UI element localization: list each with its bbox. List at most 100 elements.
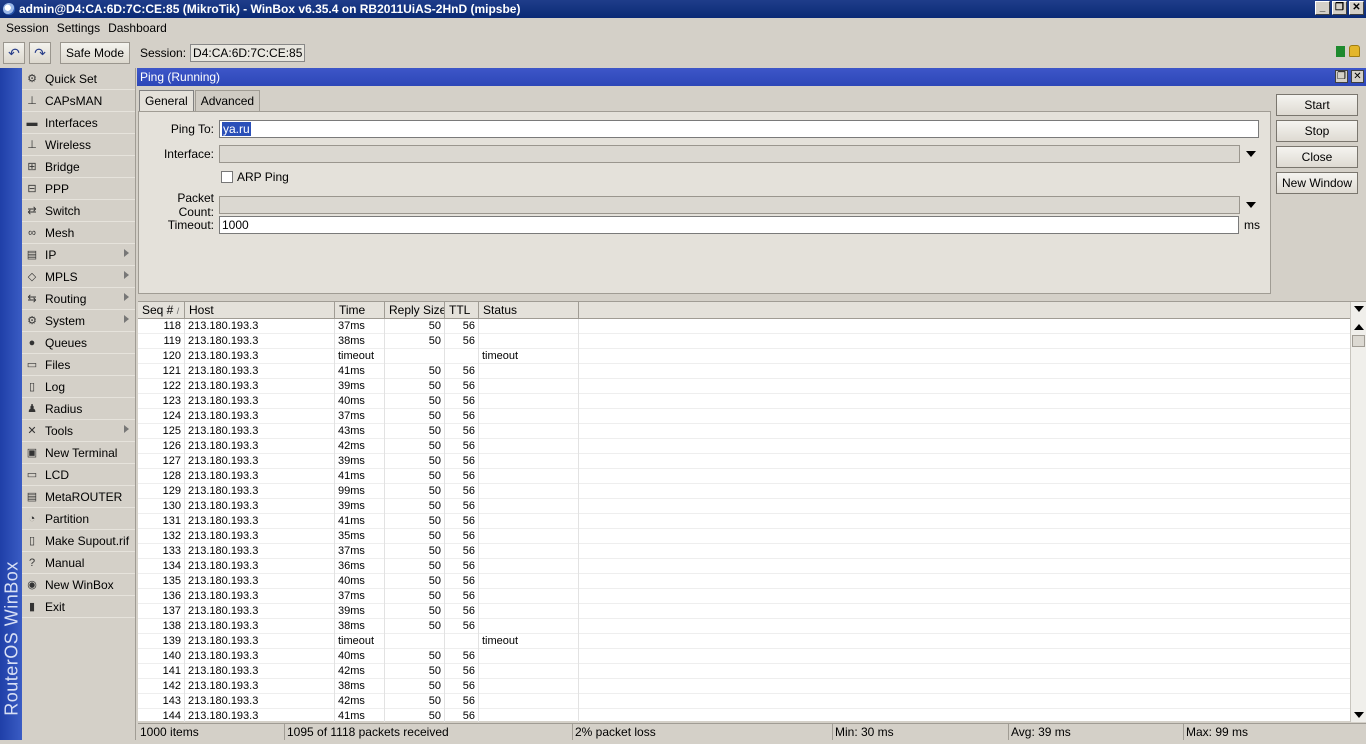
sidebar-item-metarouter[interactable]: ▤ MetaROUTER: [22, 486, 135, 508]
status-bar: 1000 items 1095 of 1118 packets received…: [138, 723, 1366, 740]
table-row[interactable]: 125 213.180.193.3 43ms 50 56: [138, 424, 1350, 439]
table-row[interactable]: 132 213.180.193.3 35ms 50 56: [138, 529, 1350, 544]
sidebar-item-routing[interactable]: ⇆ Routing: [22, 288, 135, 310]
sidebar-item-wireless[interactable]: ⊥ Wireless: [22, 134, 135, 156]
close-button[interactable]: Close: [1276, 146, 1358, 168]
table-row[interactable]: 122 213.180.193.3 39ms 50 56: [138, 379, 1350, 394]
table-cell: [479, 709, 579, 722]
minimize-button[interactable]: _: [1315, 1, 1330, 15]
undo-button[interactable]: ↶: [3, 42, 25, 64]
col-reply-size[interactable]: Reply Size: [385, 302, 445, 319]
status-loss: 2% packet loss: [573, 724, 833, 740]
sidebar-item-files[interactable]: ▭ Files: [22, 354, 135, 376]
menu-dashboard[interactable]: Dashboard: [104, 21, 171, 35]
col-host[interactable]: Host: [185, 302, 335, 319]
sidebar-item-switch[interactable]: ⇄ Switch: [22, 200, 135, 222]
table-row[interactable]: 127 213.180.193.3 39ms 50 56: [138, 454, 1350, 469]
sidebar-item-partition[interactable]: ◔ Partition: [22, 508, 135, 530]
interface-dropdown-icon[interactable]: [1246, 151, 1256, 157]
table-row[interactable]: 134 213.180.193.3 36ms 50 56: [138, 559, 1350, 574]
table-cell: [479, 679, 579, 694]
scroll-up-icon[interactable]: [1354, 324, 1364, 330]
table-row[interactable]: 126 213.180.193.3 42ms 50 56: [138, 439, 1350, 454]
table-row[interactable]: 137 213.180.193.3 39ms 50 56: [138, 604, 1350, 619]
tab-advanced[interactable]: Advanced: [194, 90, 261, 111]
sidebar-item-bridge[interactable]: ⊞ Bridge: [22, 156, 135, 178]
table-cell: 213.180.193.3: [185, 544, 335, 559]
start-button[interactable]: Start: [1276, 94, 1358, 116]
table-cell: 56: [445, 514, 479, 529]
sidebar-item-capsman[interactable]: ⊥ CAPsMAN: [22, 90, 135, 112]
tab-general[interactable]: General: [139, 90, 194, 112]
new-window-button[interactable]: New Window: [1276, 172, 1358, 194]
sidebar-item-radius[interactable]: ♟ Radius: [22, 398, 135, 420]
table-row[interactable]: 142 213.180.193.3 38ms 50 56: [138, 679, 1350, 694]
col-ttl[interactable]: TTL: [445, 302, 479, 319]
table-row[interactable]: 135 213.180.193.3 40ms 50 56: [138, 574, 1350, 589]
col-time[interactable]: Time: [335, 302, 385, 319]
ping-to-input[interactable]: ya.ru: [219, 120, 1259, 138]
sidebar-item-manual[interactable]: ? Manual: [22, 552, 135, 574]
table-row[interactable]: 123 213.180.193.3 40ms 50 56: [138, 394, 1350, 409]
status-min: Min: 30 ms: [833, 724, 1009, 740]
table-row[interactable]: 138 213.180.193.3 38ms 50 56: [138, 619, 1350, 634]
table-row[interactable]: 139 213.180.193.3 timeout timeout: [138, 634, 1350, 649]
table-row[interactable]: 143 213.180.193.3 42ms 50 56: [138, 694, 1350, 709]
packet-count-select[interactable]: [219, 196, 1240, 214]
sidebar-item-mesh[interactable]: ∞ Mesh: [22, 222, 135, 244]
table-row[interactable]: 130 213.180.193.3 39ms 50 56: [138, 499, 1350, 514]
col-seq[interactable]: Seq # /: [138, 302, 185, 319]
menu-settings[interactable]: Settings: [53, 21, 104, 35]
table-row[interactable]: 120 213.180.193.3 timeout timeout: [138, 349, 1350, 364]
timeout-input[interactable]: 1000: [219, 216, 1239, 234]
table-row[interactable]: 129 213.180.193.3 99ms 50 56: [138, 484, 1350, 499]
sidebar-item-queues[interactable]: ● Queues: [22, 332, 135, 354]
sidebar-item-ip[interactable]: ▤ IP: [22, 244, 135, 266]
table-row[interactable]: 133 213.180.193.3 37ms 50 56: [138, 544, 1350, 559]
sidebar-item-exit[interactable]: ▮ Exit: [22, 596, 135, 618]
table-row[interactable]: 141 213.180.193.3 42ms 50 56: [138, 664, 1350, 679]
packet-count-dropdown-icon[interactable]: [1246, 202, 1256, 208]
sidebar-item-new-winbox[interactable]: ◉ New WinBox: [22, 574, 135, 596]
table-cell: 213.180.193.3: [185, 574, 335, 589]
sidebar-item-ppp[interactable]: ⊟ PPP: [22, 178, 135, 200]
table-row[interactable]: 124 213.180.193.3 37ms 50 56: [138, 409, 1350, 424]
window-maximize-button[interactable]: ❐: [1335, 70, 1348, 83]
table-row[interactable]: 119 213.180.193.3 38ms 50 56: [138, 334, 1350, 349]
sort-indicator-icon: /: [176, 306, 180, 316]
sidebar-item-lcd[interactable]: ▭ LCD: [22, 464, 135, 486]
sidebar-item-system[interactable]: ⚙ System: [22, 310, 135, 332]
sidebar-item-label: Files: [45, 357, 71, 372]
sidebar-item-quick-set[interactable]: ⚙ Quick Set: [22, 68, 135, 90]
table-cell: 139: [138, 634, 185, 649]
sidebar-item-mpls[interactable]: ◇ MPLS: [22, 266, 135, 288]
table-cell: 213.180.193.3: [185, 529, 335, 544]
sidebar-item-tools[interactable]: ✕ Tools: [22, 420, 135, 442]
sidebar-item-log[interactable]: ▯ Log: [22, 376, 135, 398]
table-row[interactable]: 136 213.180.193.3 37ms 50 56: [138, 589, 1350, 604]
menu-session[interactable]: Session: [2, 21, 53, 35]
stop-button[interactable]: Stop: [1276, 120, 1358, 142]
sidebar-item-label: PPP: [45, 181, 70, 196]
window-close-button[interactable]: ✕: [1351, 70, 1364, 83]
close-app-button[interactable]: ✕: [1349, 1, 1364, 15]
scroll-thumb[interactable]: [1352, 335, 1365, 347]
table-row[interactable]: 144 213.180.193.3 41ms 50 56: [138, 709, 1350, 722]
sidebar-item-make-supout-rif[interactable]: ▯ Make Supout.rif: [22, 530, 135, 552]
sidebar-item-interfaces[interactable]: ▬ Interfaces: [22, 112, 135, 134]
scroll-down-icon[interactable]: [1354, 712, 1364, 718]
table-row[interactable]: 140 213.180.193.3 40ms 50 56: [138, 649, 1350, 664]
interface-select[interactable]: [219, 145, 1240, 163]
restore-button[interactable]: ❐: [1332, 1, 1347, 15]
redo-button[interactable]: ↷: [29, 42, 51, 64]
table-row[interactable]: 121 213.180.193.3 41ms 50 56: [138, 364, 1350, 379]
table-row[interactable]: 131 213.180.193.3 41ms 50 56: [138, 514, 1350, 529]
column-chooser-icon[interactable]: [1354, 306, 1364, 312]
sidebar-item-new-terminal[interactable]: ▣ New Terminal: [22, 442, 135, 464]
table-row[interactable]: 128 213.180.193.3 41ms 50 56: [138, 469, 1350, 484]
safe-mode-button[interactable]: Safe Mode: [60, 42, 130, 64]
table-row[interactable]: 118 213.180.193.3 37ms 50 56: [138, 319, 1350, 334]
arp-ping-checkbox[interactable]: [221, 171, 233, 183]
table-scrollbar[interactable]: [1350, 302, 1366, 722]
col-status[interactable]: Status: [479, 302, 579, 319]
